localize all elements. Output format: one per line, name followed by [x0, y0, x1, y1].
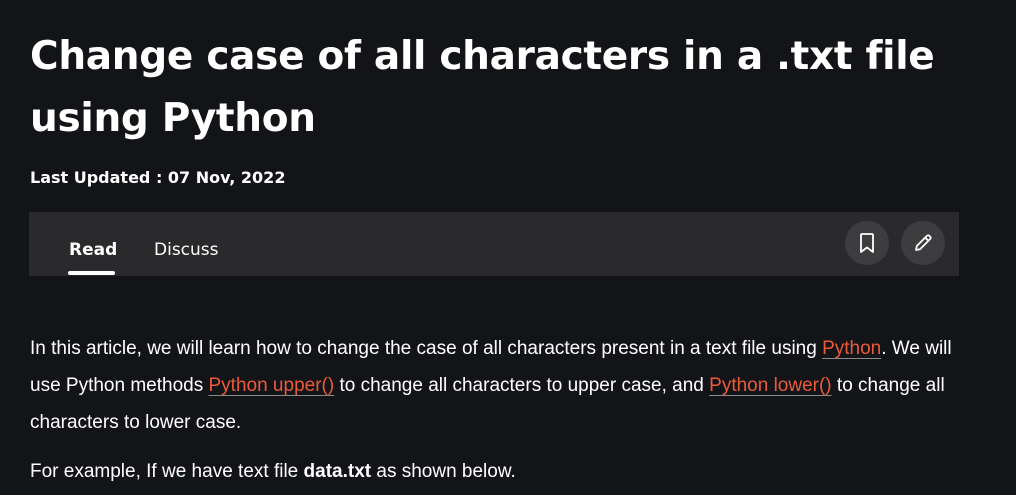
intro-paragraph: In this article, we will learn how to ch…: [30, 330, 970, 441]
article-body: In this article, we will learn how to ch…: [30, 330, 970, 490]
bookmark-icon: [860, 233, 874, 253]
python-lower-link[interactable]: Python lower(): [709, 375, 832, 396]
intro-text-3: to change all characters to upper case, …: [334, 375, 710, 396]
last-updated: Last Updated : 07 Nov, 2022: [30, 168, 286, 187]
intro-text-1: In this article, we will learn how to ch…: [30, 338, 823, 359]
example-paragraph: For example, If we have text file data.t…: [30, 453, 970, 490]
pencil-icon: [915, 234, 932, 251]
tab-read[interactable]: Read: [69, 240, 117, 260]
article-page: Change case of all characters in a .txt …: [0, 0, 1016, 495]
file-name: data.txt: [303, 461, 372, 482]
edit-button[interactable]: [901, 221, 945, 265]
python-upper-link[interactable]: Python upper(): [209, 375, 335, 396]
python-link[interactable]: Python: [822, 338, 881, 359]
example-text-2: as shown below.: [371, 461, 516, 482]
tab-discuss[interactable]: Discuss: [154, 240, 219, 260]
page-title: Change case of all characters in a .txt …: [30, 34, 935, 141]
bookmark-button[interactable]: [845, 221, 889, 265]
article-tab-bar: Read Discuss: [29, 212, 959, 276]
example-text-1: For example, If we have text file: [30, 461, 304, 482]
active-tab-indicator: [68, 271, 115, 275]
